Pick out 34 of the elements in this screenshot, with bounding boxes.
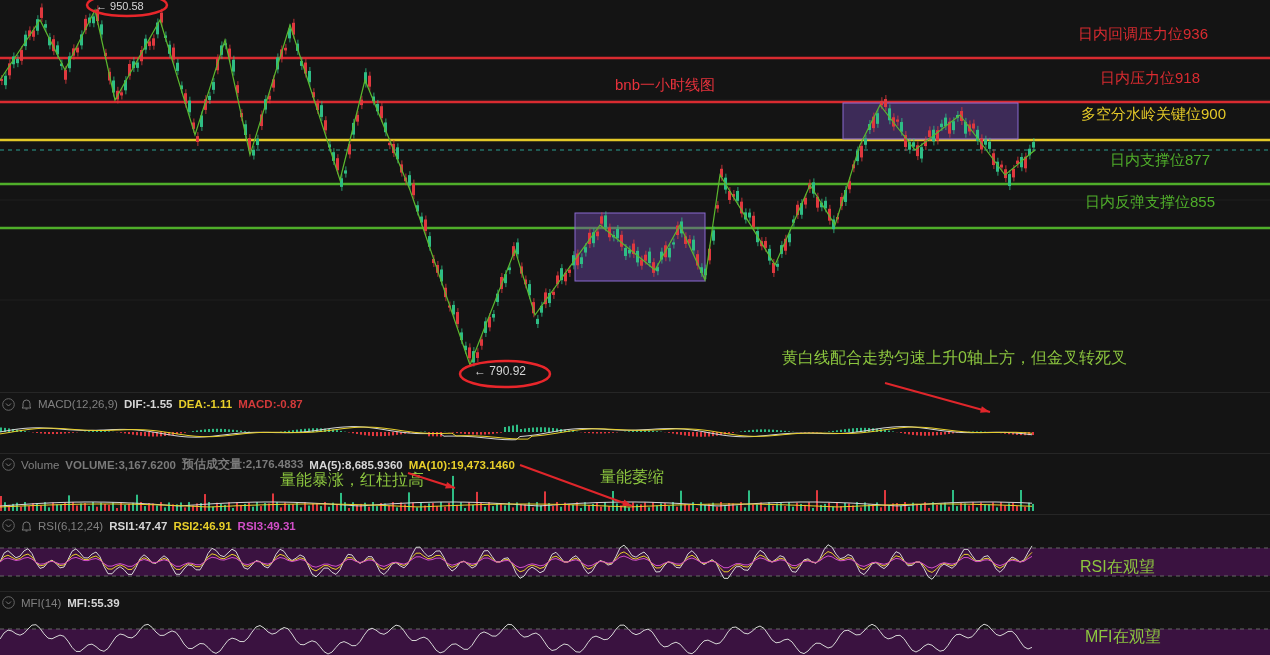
chart-title: bnb一小时线图	[615, 76, 716, 95]
indicator-value: RSI3:49.31	[237, 519, 296, 532]
price-level-label: 日内回调压力位936	[1078, 25, 1209, 44]
indicator-value: RSI2:46.91	[173, 519, 232, 532]
indicator-value: VOLUME:3,167.6200	[65, 458, 176, 471]
indicator-value: MA(10):19,473.1460	[408, 458, 515, 471]
annotation-text: MFI在观望	[1085, 627, 1161, 647]
collapse-icon[interactable]	[2, 397, 15, 411]
indicator-name: MFI(14)	[21, 596, 62, 609]
annotation-text: 黄白线配合走势匀速上升0轴上方，但金叉转死叉	[782, 348, 1127, 368]
indicator-value: RSI1:47.47	[109, 519, 168, 532]
collapse-icon[interactable]	[2, 519, 15, 533]
indicator-name: Volume	[21, 458, 60, 471]
price-level-label: 日内反弹支撑位855	[1085, 193, 1216, 212]
indicator-name: MACD(12,26,9)	[38, 398, 118, 410]
annotation-text: RSI在观望	[1080, 557, 1155, 577]
collapse-icon[interactable]	[2, 458, 15, 472]
high-price-label: ← 950.58	[96, 0, 144, 12]
arrow	[407, 472, 456, 489]
indicator-value: DIF:-1.55	[123, 398, 173, 410]
price-level-label: 日内压力位918	[1100, 69, 1201, 88]
collapse-icon[interactable]	[2, 596, 15, 610]
indicator-value: 预估成交量:2,176.4833	[181, 457, 304, 472]
indicator-value: MFI:55.39	[67, 596, 120, 609]
bell-icon[interactable]	[21, 519, 32, 532]
indicator-value: MACD:-0.87	[238, 398, 303, 410]
annotation-text: 量能萎缩	[600, 467, 664, 487]
indicator-value: MA(5):8,685.9360	[309, 458, 403, 471]
low-price-label: ← 790.92	[474, 364, 527, 378]
indicator-name: RSI(6,12,24)	[38, 519, 104, 532]
indicator-value: DEA:-1.11	[178, 398, 233, 410]
price-level-label: 日内支撑位877	[1110, 151, 1211, 170]
bell-icon[interactable]	[21, 398, 32, 410]
price-level-label: 多空分水岭关键位900	[1081, 105, 1227, 124]
